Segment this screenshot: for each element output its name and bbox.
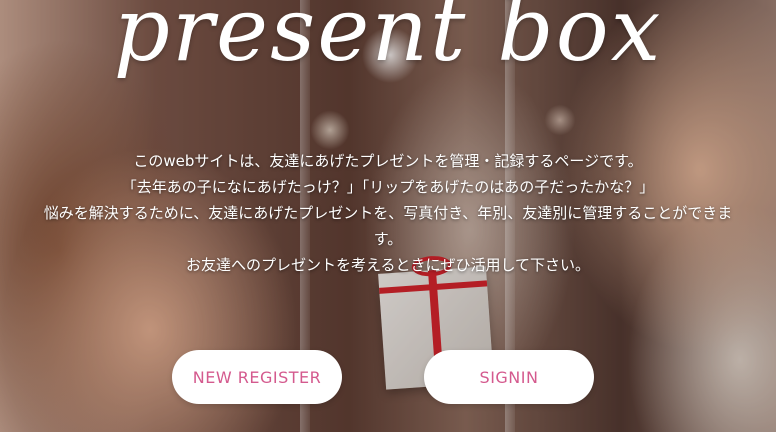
intro-text: このwebサイトは、友達にあげたプレゼントを管理・記録するページです。 「去年あ… xyxy=(0,148,776,278)
new-register-button[interactable]: NEW REGISTER xyxy=(172,350,342,404)
intro-line: お友達へのプレゼントを考えるときにぜひ活用して下さい。 xyxy=(185,256,591,274)
intro-line: 「去年あの子になにあげたっけ？」「リップをあげたのはあの子だったかな？」 xyxy=(121,178,655,196)
intro-line: す。 xyxy=(373,230,403,248)
signin-button[interactable]: SIGNIN xyxy=(424,350,594,404)
intro-line: 悩みを解決するために、友達にあげたプレゼントを、写真付き、年別、友達別に管理する… xyxy=(43,204,733,222)
site-logo: present box xyxy=(113,0,663,81)
intro-line: このwebサイトは、友達にあげたプレゼントを管理・記録するページです。 xyxy=(133,152,643,170)
